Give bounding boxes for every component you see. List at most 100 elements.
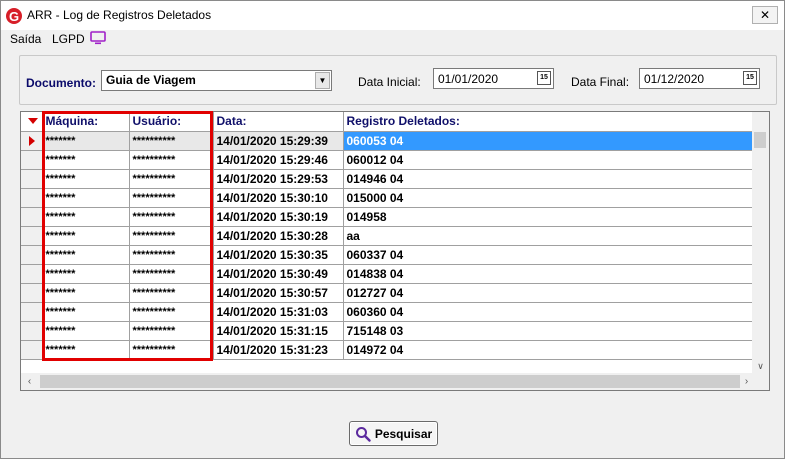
cell-data[interactable]: 14/01/2020 15:30:35 (213, 245, 344, 265)
cell-usuario[interactable]: ********** (129, 302, 214, 322)
cell-usuario[interactable]: ********** (129, 226, 214, 246)
cell-usuario[interactable]: ********** (129, 245, 214, 265)
cell-usuario[interactable]: ********** (129, 340, 214, 360)
cell-maquina[interactable]: ******* (42, 321, 130, 341)
horizontal-scrollbar[interactable]: ‹ › (21, 373, 769, 390)
table-row[interactable]: ******* ********** 14/01/2020 15:29:46 0600… (21, 150, 754, 170)
table-row[interactable]: ******* ********** 14/01/2020 15:30:49 0148… (21, 264, 754, 284)
table-row[interactable]: ******* ********** 14/01/2020 15:30:35 0603… (21, 245, 754, 265)
cell-registro[interactable]: 715148 03 (343, 321, 754, 341)
column-header-registro[interactable]: Registro Deletados: (343, 112, 754, 132)
column-header-maquina[interactable]: Máquina: (42, 112, 130, 132)
cell-data[interactable]: 14/01/2020 15:29:46 (213, 150, 344, 170)
cell-maquina[interactable]: ******* (42, 131, 130, 151)
row-indicator[interactable] (21, 340, 43, 360)
menu-item-saida[interactable]: Saída (10, 32, 41, 46)
monitor-icon[interactable] (90, 31, 106, 45)
cell-maquina[interactable]: ******* (42, 169, 130, 189)
data-final-field[interactable]: 01/12/2020 15 (639, 68, 760, 89)
scroll-down-icon[interactable]: ∨ (752, 358, 769, 374)
cell-registro[interactable]: 014838 04 (343, 264, 754, 284)
scroll-right-icon[interactable]: › (738, 373, 755, 390)
cell-usuario[interactable]: ********** (129, 321, 214, 341)
row-indicator[interactable] (21, 169, 43, 189)
table-row[interactable]: ******* ********** 14/01/2020 15:30:10 0150… (21, 188, 754, 208)
data-inicial-field[interactable]: 01/01/2020 15 (433, 68, 554, 89)
cell-usuario[interactable]: ********** (129, 131, 214, 151)
cell-usuario[interactable]: ********** (129, 207, 214, 227)
horizontal-scroll-thumb[interactable] (40, 375, 740, 388)
cell-data[interactable]: 14/01/2020 15:30:19 (213, 207, 344, 227)
cell-registro[interactable]: 060360 04 (343, 302, 754, 322)
cell-maquina[interactable]: ******* (42, 226, 130, 246)
cell-usuario[interactable]: ********** (129, 264, 214, 284)
cell-maquina[interactable]: ******* (42, 150, 130, 170)
menu-item-lgpd[interactable]: LGPD (52, 32, 85, 46)
cell-data[interactable]: 14/01/2020 15:30:57 (213, 283, 344, 303)
scroll-left-icon[interactable]: ‹ (21, 373, 38, 390)
column-header-usuario[interactable]: Usuário: (129, 112, 214, 132)
row-indicator[interactable] (21, 226, 43, 246)
row-indicator[interactable] (21, 131, 43, 151)
title-bar: G ARR - Log de Registros Deletados ✕ (1, 1, 784, 30)
cell-usuario[interactable]: ********** (129, 188, 214, 208)
cell-maquina[interactable]: ******* (42, 188, 130, 208)
row-indicator[interactable] (21, 150, 43, 170)
cell-data[interactable]: 14/01/2020 15:30:28 (213, 226, 344, 246)
table-row[interactable]: ******* ********** 14/01/2020 15:29:53 0149… (21, 169, 754, 189)
row-indicator[interactable] (21, 283, 43, 303)
row-indicator[interactable] (21, 302, 43, 322)
table-row[interactable]: ******* ********** 14/01/2020 15:30:28 aa (21, 226, 754, 246)
chevron-down-icon[interactable]: ▼ (315, 72, 330, 89)
cell-data[interactable]: 14/01/2020 15:31:15 (213, 321, 344, 341)
table-row[interactable]: ******* ********** 14/01/2020 15:31:15 7151… (21, 321, 754, 341)
table-row[interactable]: ******* ********** 14/01/2020 15:29:39 0600… (21, 131, 754, 151)
vertical-scrollbar[interactable]: ∨ (752, 112, 769, 374)
cell-data[interactable]: 14/01/2020 15:30:49 (213, 264, 344, 284)
calendar-icon[interactable]: 15 (537, 71, 551, 85)
cell-registro[interactable]: 014972 04 (343, 340, 754, 360)
table-row[interactable]: ******* ********** 14/01/2020 15:30:57 0127… (21, 283, 754, 303)
indicator-header[interactable] (21, 112, 43, 132)
cell-registro[interactable]: 012727 04 (343, 283, 754, 303)
cell-data[interactable]: 14/01/2020 15:31:03 (213, 302, 344, 322)
vertical-scroll-thumb[interactable] (754, 132, 766, 148)
cell-registro[interactable]: 060012 04 (343, 150, 754, 170)
row-indicator[interactable] (21, 264, 43, 284)
records-grid[interactable]: Máquina: Usuário: Data: Registro Deletad… (20, 111, 770, 391)
row-indicator[interactable] (21, 245, 43, 265)
scroll-up-icon[interactable] (752, 112, 769, 128)
close-button[interactable]: ✕ (752, 6, 778, 24)
cell-registro[interactable]: 014958 (343, 207, 754, 227)
sort-arrow-icon (28, 118, 38, 124)
table-row[interactable]: ******* ********** 14/01/2020 15:31:03 0603… (21, 302, 754, 322)
cell-registro[interactable]: 060337 04 (343, 245, 754, 265)
cell-maquina[interactable]: ******* (42, 340, 130, 360)
cell-maquina[interactable]: ******* (42, 283, 130, 303)
cell-registro[interactable]: aa (343, 226, 754, 246)
cell-usuario[interactable]: ********** (129, 283, 214, 303)
row-indicator[interactable] (21, 321, 43, 341)
cell-maquina[interactable]: ******* (42, 302, 130, 322)
search-button[interactable]: Pesquisar (349, 421, 438, 446)
table-row[interactable]: ******* ********** 14/01/2020 15:30:19 0149… (21, 207, 754, 227)
cell-data[interactable]: 14/01/2020 15:29:39 (213, 131, 344, 151)
cell-registro[interactable]: 060053 04 (343, 131, 754, 151)
cell-data[interactable]: 14/01/2020 15:30:10 (213, 188, 344, 208)
cell-registro[interactable]: 015000 04 (343, 188, 754, 208)
cell-maquina[interactable]: ******* (42, 264, 130, 284)
menu-bar: Saída LGPD (1, 30, 784, 50)
cell-registro[interactable]: 014946 04 (343, 169, 754, 189)
cell-data[interactable]: 14/01/2020 15:29:53 (213, 169, 344, 189)
cell-data[interactable]: 14/01/2020 15:31:23 (213, 340, 344, 360)
row-indicator[interactable] (21, 207, 43, 227)
documento-select[interactable]: Guia de Viagem ▼ (101, 70, 332, 91)
cell-maquina[interactable]: ******* (42, 207, 130, 227)
cell-usuario[interactable]: ********** (129, 150, 214, 170)
calendar-icon[interactable]: 15 (743, 71, 757, 85)
cell-maquina[interactable]: ******* (42, 245, 130, 265)
table-row[interactable]: ******* ********** 14/01/2020 15:31:23 0149… (21, 340, 754, 360)
column-header-data[interactable]: Data: (213, 112, 344, 132)
row-indicator[interactable] (21, 188, 43, 208)
cell-usuario[interactable]: ********** (129, 169, 214, 189)
